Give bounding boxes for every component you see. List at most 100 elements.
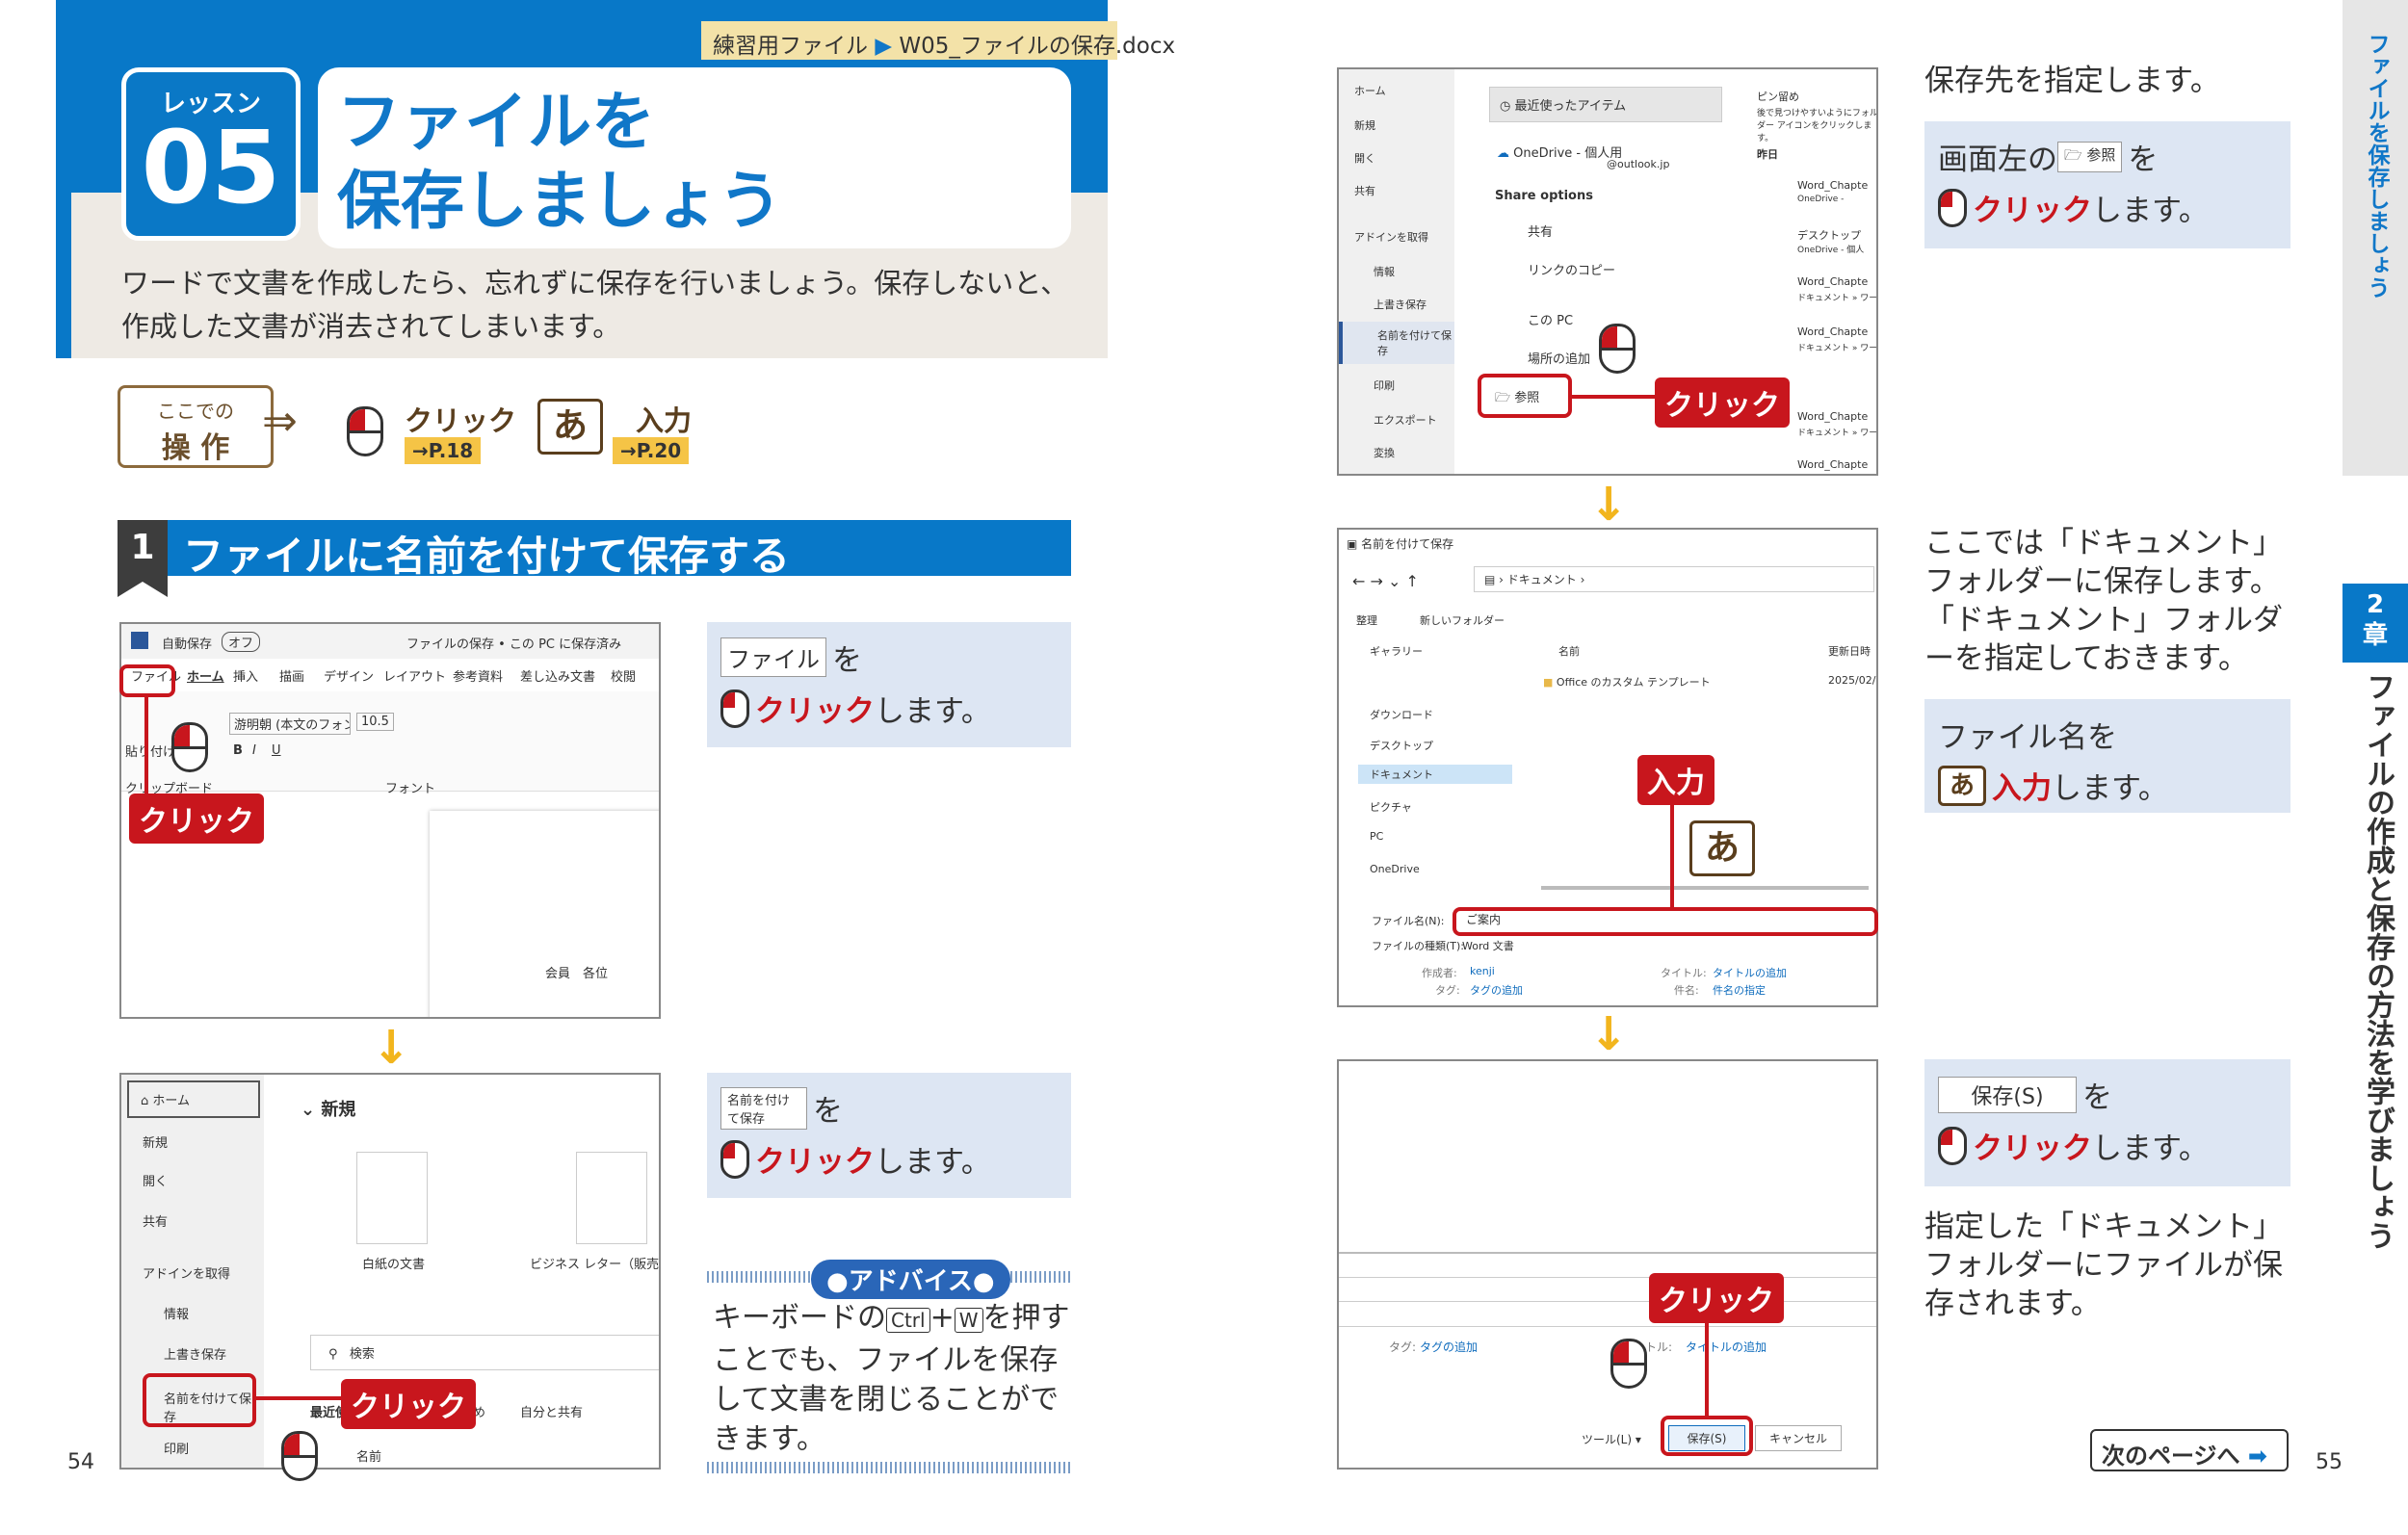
- click-callout-label: クリック: [341, 1379, 476, 1429]
- nav-new[interactable]: 新規: [143, 1132, 168, 1151]
- tab-draw[interactable]: 描画: [279, 666, 304, 685]
- ime-input-icon: あ: [1938, 765, 1986, 806]
- nav-print[interactable]: 印刷: [164, 1439, 189, 1457]
- italic-button[interactable]: I: [252, 743, 256, 758]
- folder-item-name: Office のカスタム テンプレート: [1556, 676, 1711, 689]
- nav-print[interactable]: 印刷: [1374, 377, 1395, 393]
- recent-file-name[interactable]: Word_Chapte: [1797, 179, 1868, 192]
- bold-button[interactable]: B: [233, 743, 243, 758]
- highlight-save-as: [143, 1373, 256, 1427]
- tab-design[interactable]: デザイン: [324, 666, 374, 685]
- recent-file-name[interactable]: Word_Chapte: [1797, 410, 1868, 423]
- tab-insert[interactable]: 挿入: [233, 666, 258, 685]
- mouse-click-icon: [1610, 1339, 1647, 1389]
- nav-save-as[interactable]: 名前を付けて保存: [1339, 322, 1454, 364]
- share-option[interactable]: 共有: [1528, 221, 1553, 240]
- nav-open[interactable]: 開く: [143, 1171, 168, 1189]
- underline-button[interactable]: U: [272, 743, 281, 758]
- title-line-1: ファイルを: [337, 85, 655, 159]
- this-pc-location[interactable]: この PC: [1528, 310, 1573, 328]
- nav-info[interactable]: 情報: [164, 1304, 189, 1322]
- business-letter-thumb[interactable]: [576, 1152, 647, 1244]
- column-date: 更新日時: [1828, 645, 1871, 658]
- folder-item[interactable]: ■ Office のカスタム テンプレート: [1543, 674, 1711, 689]
- nav-save[interactable]: 上書き保存: [164, 1344, 226, 1363]
- tab-mailings[interactable]: 差し込み文書: [520, 666, 595, 685]
- doc-title-value[interactable]: タイトルの追加: [1713, 965, 1787, 980]
- recent-items-button[interactable]: ◷ 最近使ったアイテム: [1489, 87, 1722, 122]
- tab-home[interactable]: ホーム: [187, 666, 224, 685]
- author-value[interactable]: kenji: [1470, 965, 1495, 977]
- nav-convert[interactable]: 変換: [1374, 445, 1395, 460]
- recent-file-name[interactable]: Word_Chapte: [1797, 275, 1868, 288]
- tab-layout[interactable]: レイアウト: [383, 666, 446, 685]
- nav-pictures[interactable]: ピクチャ: [1370, 799, 1412, 815]
- font-name-select[interactable]: 游明朝 (本文のフォント): [229, 713, 351, 735]
- add-place-location[interactable]: 場所の追加: [1528, 349, 1590, 367]
- pinned-heading: ピン留め: [1757, 91, 1799, 103]
- particle-wo: を: [2128, 143, 2159, 177]
- practice-file-label: 練習用ファイル: [713, 34, 868, 59]
- folder-item-date: 2025/02/: [1828, 674, 1876, 687]
- tags-value[interactable]: タグの追加: [1470, 982, 1523, 998]
- intro-text: ワードで文書を作成したら、忘れずに保存を行いましょう。保存しないと、 作成した文…: [121, 262, 1085, 349]
- cancel-button[interactable]: キャンセル: [1755, 1425, 1842, 1451]
- tab-references[interactable]: 参考資料: [453, 666, 503, 685]
- nav-info[interactable]: 情報: [1374, 264, 1395, 279]
- address-bar[interactable]: ▤ › ドキュメント ›: [1474, 566, 1874, 592]
- filetype-label: ファイルの種類(T):: [1372, 940, 1465, 952]
- shimasu-text: します。: [2092, 1132, 2209, 1166]
- nav-share[interactable]: 共有: [1354, 183, 1375, 198]
- nav-get-addins[interactable]: アドインを取得: [1354, 229, 1428, 245]
- business-letter-label: ビジネス レター（販売用ス: [530, 1258, 660, 1272]
- new-folder-button[interactable]: 新しいフォルダー: [1420, 612, 1505, 628]
- nav-documents[interactable]: ドキュメント: [1358, 765, 1512, 784]
- recent-file-name[interactable]: Word_Chapte: [1797, 325, 1868, 338]
- onedrive-account: @outlook.jp: [1607, 158, 1670, 170]
- subject-value[interactable]: 件名の指定: [1713, 982, 1766, 998]
- filetype-select[interactable]: Word 文書: [1462, 938, 1514, 953]
- nav-downloads[interactable]: ダウンロード: [1370, 707, 1433, 722]
- recent-file-name[interactable]: デスクトップ: [1797, 227, 1861, 243]
- nav-home[interactable]: ⌂ ホーム: [127, 1080, 260, 1118]
- font-size-select[interactable]: 10.5: [356, 713, 394, 731]
- nav-home[interactable]: ホーム: [1354, 83, 1386, 98]
- tab-shared[interactable]: 自分と共有: [520, 1402, 583, 1420]
- column-name: 名前: [1558, 645, 1580, 658]
- instruction-step-5: ファイル名を あ入力 します。: [1924, 699, 2290, 813]
- nav-pc[interactable]: PC: [1370, 830, 1383, 843]
- section-title: ファイルに名前を付けて保存する: [183, 533, 791, 580]
- nav-onedrive[interactable]: OneDrive: [1370, 863, 1420, 875]
- nav-share[interactable]: 共有: [143, 1211, 168, 1230]
- recent-file-path: ドキュメント » ワー: [1797, 294, 1878, 303]
- tab-review[interactable]: 校閲: [611, 666, 636, 685]
- blank-document-thumb[interactable]: [356, 1152, 428, 1244]
- autosave-toggle[interactable]: オフ: [222, 632, 261, 652]
- click-text: クリック: [755, 1145, 875, 1180]
- nav-export[interactable]: エクスポート: [1374, 412, 1437, 428]
- nav-get-addins[interactable]: アドインを取得: [143, 1263, 230, 1282]
- nav-desktop[interactable]: デスクトップ: [1370, 738, 1433, 753]
- search-input[interactable]: ⚲ 検索: [310, 1335, 659, 1370]
- doc-title-value[interactable]: タイトルの追加: [1686, 1339, 1767, 1355]
- doc-title-label: トル:: [1645, 1340, 1673, 1354]
- arrow-right-icon: ➡: [2247, 1443, 2267, 1470]
- input-page-ref: →P.20: [613, 437, 690, 464]
- copy-link-option[interactable]: リンクのコピー: [1528, 260, 1615, 278]
- input-text: 入力: [1992, 771, 2052, 806]
- organize-button[interactable]: 整理: [1356, 612, 1377, 628]
- nav-arrows[interactable]: ← → ⌄ ↑: [1352, 572, 1419, 590]
- nav-new[interactable]: 新規: [1354, 117, 1375, 133]
- tools-dropdown[interactable]: ツール(L) ▾: [1582, 1431, 1641, 1447]
- nav-save[interactable]: 上書き保存: [1374, 297, 1426, 312]
- tools-label: ツール(L): [1582, 1433, 1633, 1446]
- tags-value[interactable]: タグの追加: [1420, 1339, 1478, 1355]
- recent-file-name[interactable]: Word_Chapte: [1797, 458, 1868, 471]
- nav-gallery[interactable]: ギャラリー: [1370, 643, 1423, 659]
- instruction-step-3: 画面左の 🗁 参照を クリック します。: [1924, 121, 2290, 248]
- next-page-link[interactable]: 次のページへ ➡: [2090, 1429, 2289, 1471]
- onedrive-location[interactable]: ☁ OneDrive - 個人用: [1497, 143, 1622, 161]
- nav-home-label: ホーム: [152, 1094, 191, 1108]
- nav-open[interactable]: 開く: [1354, 150, 1375, 166]
- side-tab-title: ファイルを保存しましょう: [2364, 33, 2389, 299]
